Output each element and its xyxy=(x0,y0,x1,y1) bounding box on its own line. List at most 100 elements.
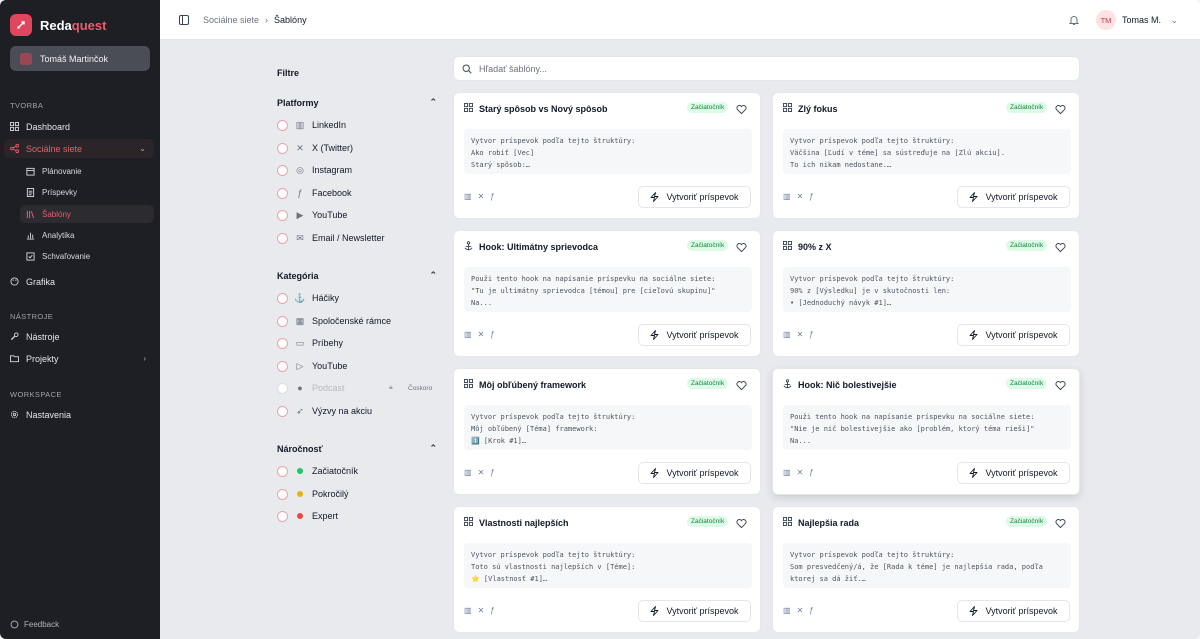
facebook-icon: ƒ xyxy=(809,606,814,615)
sidebar-item-planovanie[interactable]: Plánovanie xyxy=(20,162,154,180)
template-card[interactable]: Vlastnosti najlepších Začiatočník Vytvor p… xyxy=(453,506,761,633)
workspace-user-card[interactable]: Tomáš Martinčok xyxy=(10,46,150,71)
template-preview: Vytvor príspevok podľa tejto štruktúry: … xyxy=(783,129,1071,174)
radio[interactable] xyxy=(277,510,288,522)
feedback-link[interactable]: Feedback xyxy=(10,620,59,629)
search-bar[interactable] xyxy=(453,56,1080,81)
sidebar-item-label: Nástroje xyxy=(26,331,60,342)
platform-icons: ▥ ✕ ƒ xyxy=(464,330,495,339)
filter-option-instagram[interactable]: ◎ Instagram xyxy=(277,163,437,177)
sidebar-item-grafika[interactable]: Grafika xyxy=(4,272,154,291)
sidebar-item-dashboard[interactable]: Dashboard xyxy=(4,117,154,136)
sidebar-item-prispevky[interactable]: Príspevky xyxy=(20,183,154,201)
filter-option-vyzvy[interactable]: ➶ Výzvy na akciu xyxy=(277,404,437,418)
sidebar-item-analytika[interactable]: Analytika xyxy=(20,226,154,244)
template-card[interactable]: Môj obľúbený framework Začiatočník Vytvor … xyxy=(453,368,761,495)
platform-icons: ▥ ✕ ƒ xyxy=(783,468,814,477)
filter-option-pokrocily[interactable]: Pokročilý xyxy=(277,487,437,501)
template-card[interactable]: Hook: Ultimátny sprievodca Začiatočník Pou… xyxy=(453,230,761,357)
breadcrumb-parent[interactable]: Sociálne siete xyxy=(203,15,259,25)
radio[interactable] xyxy=(277,405,288,417)
facebook-icon: ƒ xyxy=(490,468,495,477)
heart-icon[interactable] xyxy=(736,104,747,115)
create-post-button[interactable]: Vytvoriť príspevok xyxy=(957,600,1070,622)
chevron-up-icon: ⌃ xyxy=(429,270,437,280)
create-post-button[interactable]: Vytvoriť príspevok xyxy=(638,462,751,484)
heart-icon[interactable] xyxy=(1055,518,1066,529)
radio[interactable] xyxy=(277,187,288,199)
create-post-button[interactable]: Vytvoriť príspevok xyxy=(638,324,751,346)
heart-icon[interactable] xyxy=(736,380,747,391)
user-card-name: Tomáš Martinčok xyxy=(40,53,109,64)
filter-option-linkedin[interactable]: ▥ LinkedIn xyxy=(277,118,437,132)
filter-option-email[interactable]: ✉ Email / Newsletter xyxy=(277,231,437,245)
sidebar-item-sablony[interactable]: Šablóny xyxy=(20,205,154,223)
filter-option-youtube-kat[interactable]: ▷ YouTube xyxy=(277,359,437,373)
heart-icon[interactable] xyxy=(1055,242,1066,253)
anchor-icon: ⚓ xyxy=(294,292,306,303)
create-post-button[interactable]: Vytvoriť príspevok xyxy=(638,600,751,622)
filter-option-x[interactable]: ✕ X (Twitter) xyxy=(277,141,437,155)
create-post-button[interactable]: Vytvoriť príspevok xyxy=(638,186,751,208)
filter-option-haciky[interactable]: ⚓ Háčiky xyxy=(277,291,437,305)
brand[interactable]: Redaquest xyxy=(10,14,106,36)
radio[interactable] xyxy=(277,488,288,500)
radio[interactable] xyxy=(277,164,288,176)
sidebar-item-nastroje[interactable]: Nástroje xyxy=(4,327,154,346)
radio[interactable] xyxy=(277,337,288,349)
facebook-icon: ƒ xyxy=(490,192,495,201)
create-post-button[interactable]: Vytvoriť príspevok xyxy=(957,324,1070,346)
bell-icon[interactable] xyxy=(1068,14,1080,26)
card-header: 90% z X xyxy=(783,241,832,252)
user-menu[interactable]: TM Tomas M. ⌄ xyxy=(1096,10,1178,30)
radio[interactable] xyxy=(277,465,288,477)
difficulty-badge: Začiatočník xyxy=(1006,378,1048,389)
sidebar-toggle-icon[interactable] xyxy=(179,15,189,25)
x-icon: ✕ xyxy=(477,192,485,201)
filter-option-pribehy[interactable]: ▭ Príbehy xyxy=(277,336,437,350)
template-preview: Vytvor príspevok podľa tejto štruktúry: … xyxy=(464,405,752,450)
sidebar-item-socialne-siete[interactable]: Sociálne siete ⌄ xyxy=(4,139,154,158)
filter-option-ramce[interactable]: ▦ Spoločenské rámce xyxy=(277,314,437,328)
radio[interactable] xyxy=(277,209,288,221)
folder-icon xyxy=(10,355,19,363)
sidebar-item-schvalovanie[interactable]: Schvaľovanie xyxy=(20,247,154,265)
heart-icon[interactable] xyxy=(1055,380,1066,391)
radio[interactable] xyxy=(277,119,288,131)
sidebar-item-nastavenia[interactable]: Nastavenia xyxy=(4,405,154,424)
template-card[interactable]: Najlepšia rada Začiatočník Vytvor príspevo… xyxy=(772,506,1080,633)
filter-group-platformy[interactable]: Platformy ⌃ xyxy=(277,97,437,108)
filter-option-zaciatocnik[interactable]: Začiatočník xyxy=(277,464,437,478)
facebook-icon: ƒ xyxy=(809,192,814,201)
filter-group-narocnost[interactable]: Náročnosť ⌃ xyxy=(277,443,437,454)
option-label: Instagram xyxy=(312,165,353,175)
heart-icon[interactable] xyxy=(736,242,747,253)
template-card[interactable]: Starý spôsob vs Nový spôsob Začiatočník Vy… xyxy=(453,92,761,219)
button-label: Vytvoriť príspevok xyxy=(985,192,1058,202)
radio[interactable] xyxy=(277,292,288,304)
sidebar-item-label: Dashboard xyxy=(26,121,71,132)
heart-icon[interactable] xyxy=(1055,104,1066,115)
filter-option-expert[interactable]: Expert xyxy=(277,509,437,523)
search-icon xyxy=(462,63,472,74)
topbar: Sociálne siete › Šablóny TM Tomas M. ⌄ xyxy=(160,0,1200,40)
radio[interactable] xyxy=(277,232,288,244)
radio[interactable] xyxy=(277,142,288,154)
linkedin-icon: ▥ xyxy=(464,192,472,201)
radio[interactable] xyxy=(277,315,288,327)
template-card[interactable]: 90% z X Začiatočník Vytvor príspevok podľa… xyxy=(772,230,1080,357)
template-card[interactable]: Hook: Nič bolestivejšie Začiatočník Použi … xyxy=(772,368,1080,495)
radio[interactable] xyxy=(277,360,288,372)
template-card[interactable]: Zlý fokus Začiatočník Vytvor príspevok pod… xyxy=(772,92,1080,219)
heart-icon[interactable] xyxy=(736,518,747,529)
search-input[interactable] xyxy=(479,63,1039,74)
card-header: Vlastnosti najlepších xyxy=(464,517,569,528)
filter-option-facebook[interactable]: ƒ Facebook xyxy=(277,186,437,200)
filter-group-kategoria[interactable]: Kategória ⌃ xyxy=(277,270,437,281)
create-post-button[interactable]: Vytvoriť príspevok xyxy=(957,462,1070,484)
breadcrumb-separator-icon: › xyxy=(265,15,269,25)
sidebar-item-projekty[interactable]: Projekty › xyxy=(4,349,154,368)
create-post-button[interactable]: Vytvoriť príspevok xyxy=(957,186,1070,208)
difficulty-badge: Začiatočník xyxy=(687,378,729,389)
filter-option-youtube[interactable]: ▶ YouTube xyxy=(277,208,437,222)
